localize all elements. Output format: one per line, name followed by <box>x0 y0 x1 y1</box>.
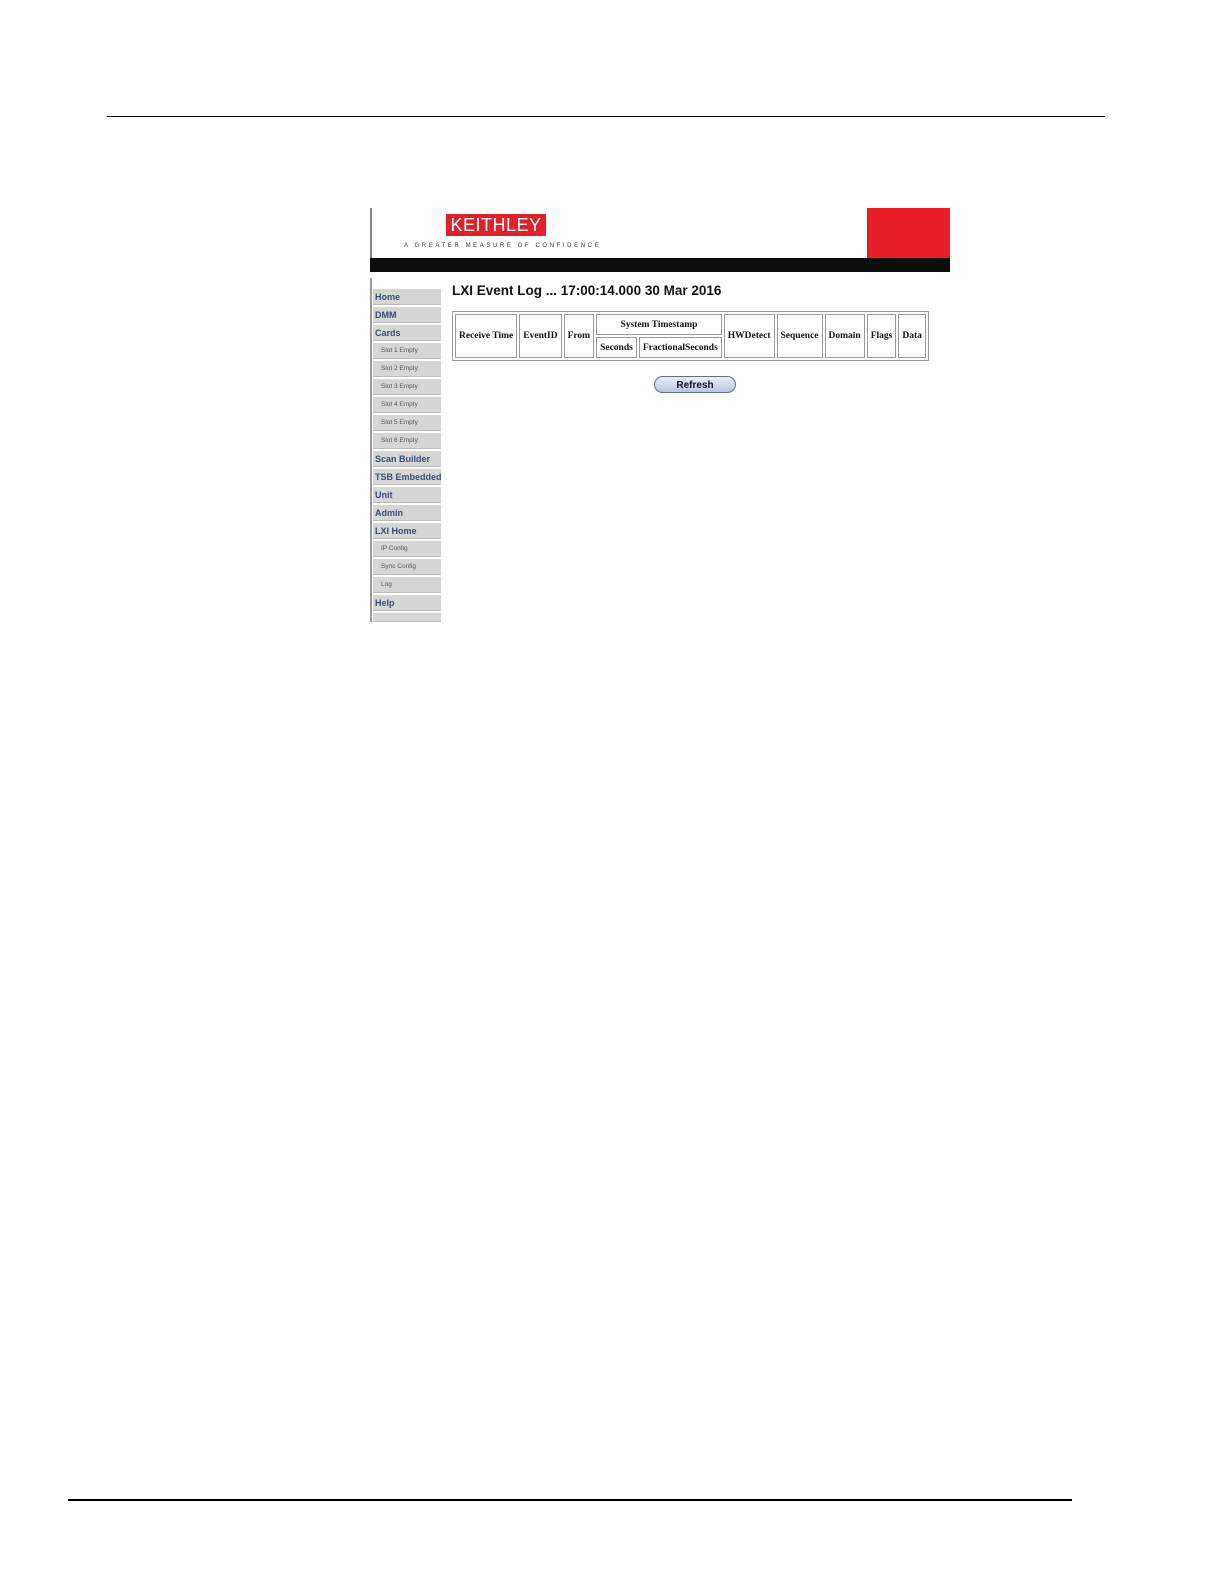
refresh-button[interactable]: Refresh <box>654 376 736 393</box>
sidebar-item-tsb-embedded[interactable]: TSB Embedded <box>373 469 442 485</box>
brand-tagline: A GREATER MEASURE OF CONFIDENCE <box>404 243 602 249</box>
page-top-rule <box>107 116 1105 117</box>
col-hw-detect: HWDetect <box>723 314 775 358</box>
sidebar-item-slot-4[interactable]: Slot 4 Empty <box>373 397 441 413</box>
col-seconds: Seconds <box>596 337 637 358</box>
col-system-timestamp: System Timestamp <box>596 314 722 335</box>
web-interface-screenshot: KEITHLEY A GREATER MEASURE OF CONFIDENCE… <box>370 208 950 622</box>
sidebar-item-scan-builder[interactable]: Scan Builder <box>373 451 441 467</box>
sidebar-item-slot-6[interactable]: Slot 6 Empty <box>373 433 441 449</box>
sidebar-nav: Home DMM Cards Slot 1 Empty Slot 2 Empty… <box>370 278 442 622</box>
sidebar-item-blank <box>373 613 441 622</box>
sidebar-item-cards[interactable]: Cards <box>373 325 441 341</box>
sidebar-item-slot-2[interactable]: Slot 2 Empty <box>373 361 441 377</box>
keithley-logo: KEITHLEY <box>446 214 546 236</box>
col-sequence: Sequence <box>776 314 823 358</box>
page-title: LXI Event Log ... 17:00:14.000 30 Mar 20… <box>452 283 722 298</box>
sidebar-item-admin[interactable]: Admin <box>373 505 441 521</box>
sidebar-item-help[interactable]: Help <box>373 595 441 611</box>
sidebar-divider <box>370 278 372 622</box>
sidebar-item-dmm[interactable]: DMM <box>373 307 441 323</box>
col-event-id: EventID <box>519 314 562 358</box>
col-flags: Flags <box>866 314 897 358</box>
sidebar-item-sync-config[interactable]: Sync Config <box>373 559 441 575</box>
col-fractional-seconds: FractionalSeconds <box>638 337 722 358</box>
sidebar-item-log[interactable]: Log <box>373 577 441 593</box>
sidebar-item-slot-1[interactable]: Slot 1 Empty <box>373 343 441 359</box>
banner-left-edge <box>370 208 372 258</box>
col-domain: Domain <box>824 314 865 358</box>
sidebar-item-lxi-home[interactable]: LXI Home <box>373 523 441 539</box>
sidebar-item-ip-config[interactable]: IP Config <box>373 541 441 557</box>
sidebar-item-slot-3[interactable]: Slot 3 Empty <box>373 379 441 395</box>
col-from: From <box>563 314 595 358</box>
table-header-row: Receive Time EventID From System Timesta… <box>455 314 926 358</box>
header-banner: KEITHLEY A GREATER MEASURE OF CONFIDENCE <box>370 208 950 258</box>
col-receive-time: Receive Time <box>455 314 518 358</box>
sidebar-item-unit[interactable]: Unit <box>373 487 441 503</box>
banner-red-block <box>867 208 950 258</box>
sidebar-item-home[interactable]: Home <box>373 289 441 305</box>
header-black-bar <box>370 258 950 272</box>
sidebar-item-slot-5[interactable]: Slot 5 Empty <box>373 415 441 431</box>
page-bottom-rule <box>68 1499 1072 1501</box>
event-log-table: Receive Time EventID From System Timesta… <box>452 311 929 361</box>
col-data: Data <box>898 314 926 358</box>
